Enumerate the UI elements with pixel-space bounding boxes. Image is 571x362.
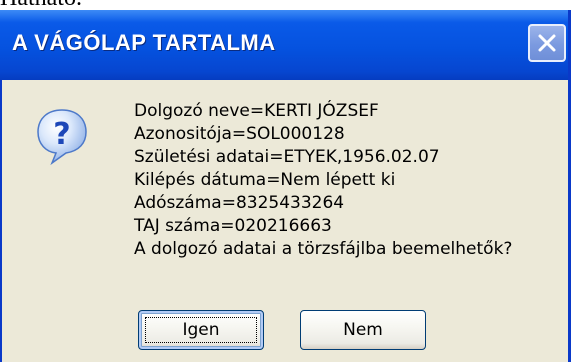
no-button-label: Nem (343, 320, 383, 340)
dialog-left-border (0, 80, 2, 362)
message-dialog: A VÁGÓLAP TARTALMA ? Dolgozó neve=KERTI … (0, 10, 571, 362)
svg-text:?: ? (53, 117, 70, 152)
yes-button-label: Igen (182, 320, 220, 340)
message-line-taj-number: TAJ száma=020216663 (134, 216, 332, 236)
page: Hatható. A VÁGÓLAP TARTALMA ? (0, 0, 571, 362)
message-line-name: Dolgozó neve=KERTI JÓZSEF (134, 101, 379, 121)
question-icon: ? (37, 109, 87, 166)
message-line-tax-number: Adószáma=8325433264 (134, 193, 345, 213)
message-line-birth: Születési adatai=ETYEK,1956.02.07 (134, 147, 440, 167)
close-icon (538, 34, 556, 52)
dialog-title: A VÁGÓLAP TARTALMA (12, 30, 276, 55)
message-line-question: A dolgozó adatai a törzsfájlba beemelhet… (134, 239, 513, 259)
close-button[interactable] (528, 24, 566, 62)
dialog-message: Dolgozó neve=KERTI JÓZSEF Azonositója=SO… (134, 100, 512, 261)
yes-button[interactable]: Igen (138, 310, 264, 350)
message-line-exit-date: Kilépés dátuma=Nem lépett ki (134, 170, 396, 190)
dialog-titlebar[interactable]: A VÁGÓLAP TARTALMA (0, 10, 568, 80)
message-line-id: Azonositója=SOL000128 (134, 124, 345, 144)
no-button[interactable]: Nem (300, 310, 426, 350)
